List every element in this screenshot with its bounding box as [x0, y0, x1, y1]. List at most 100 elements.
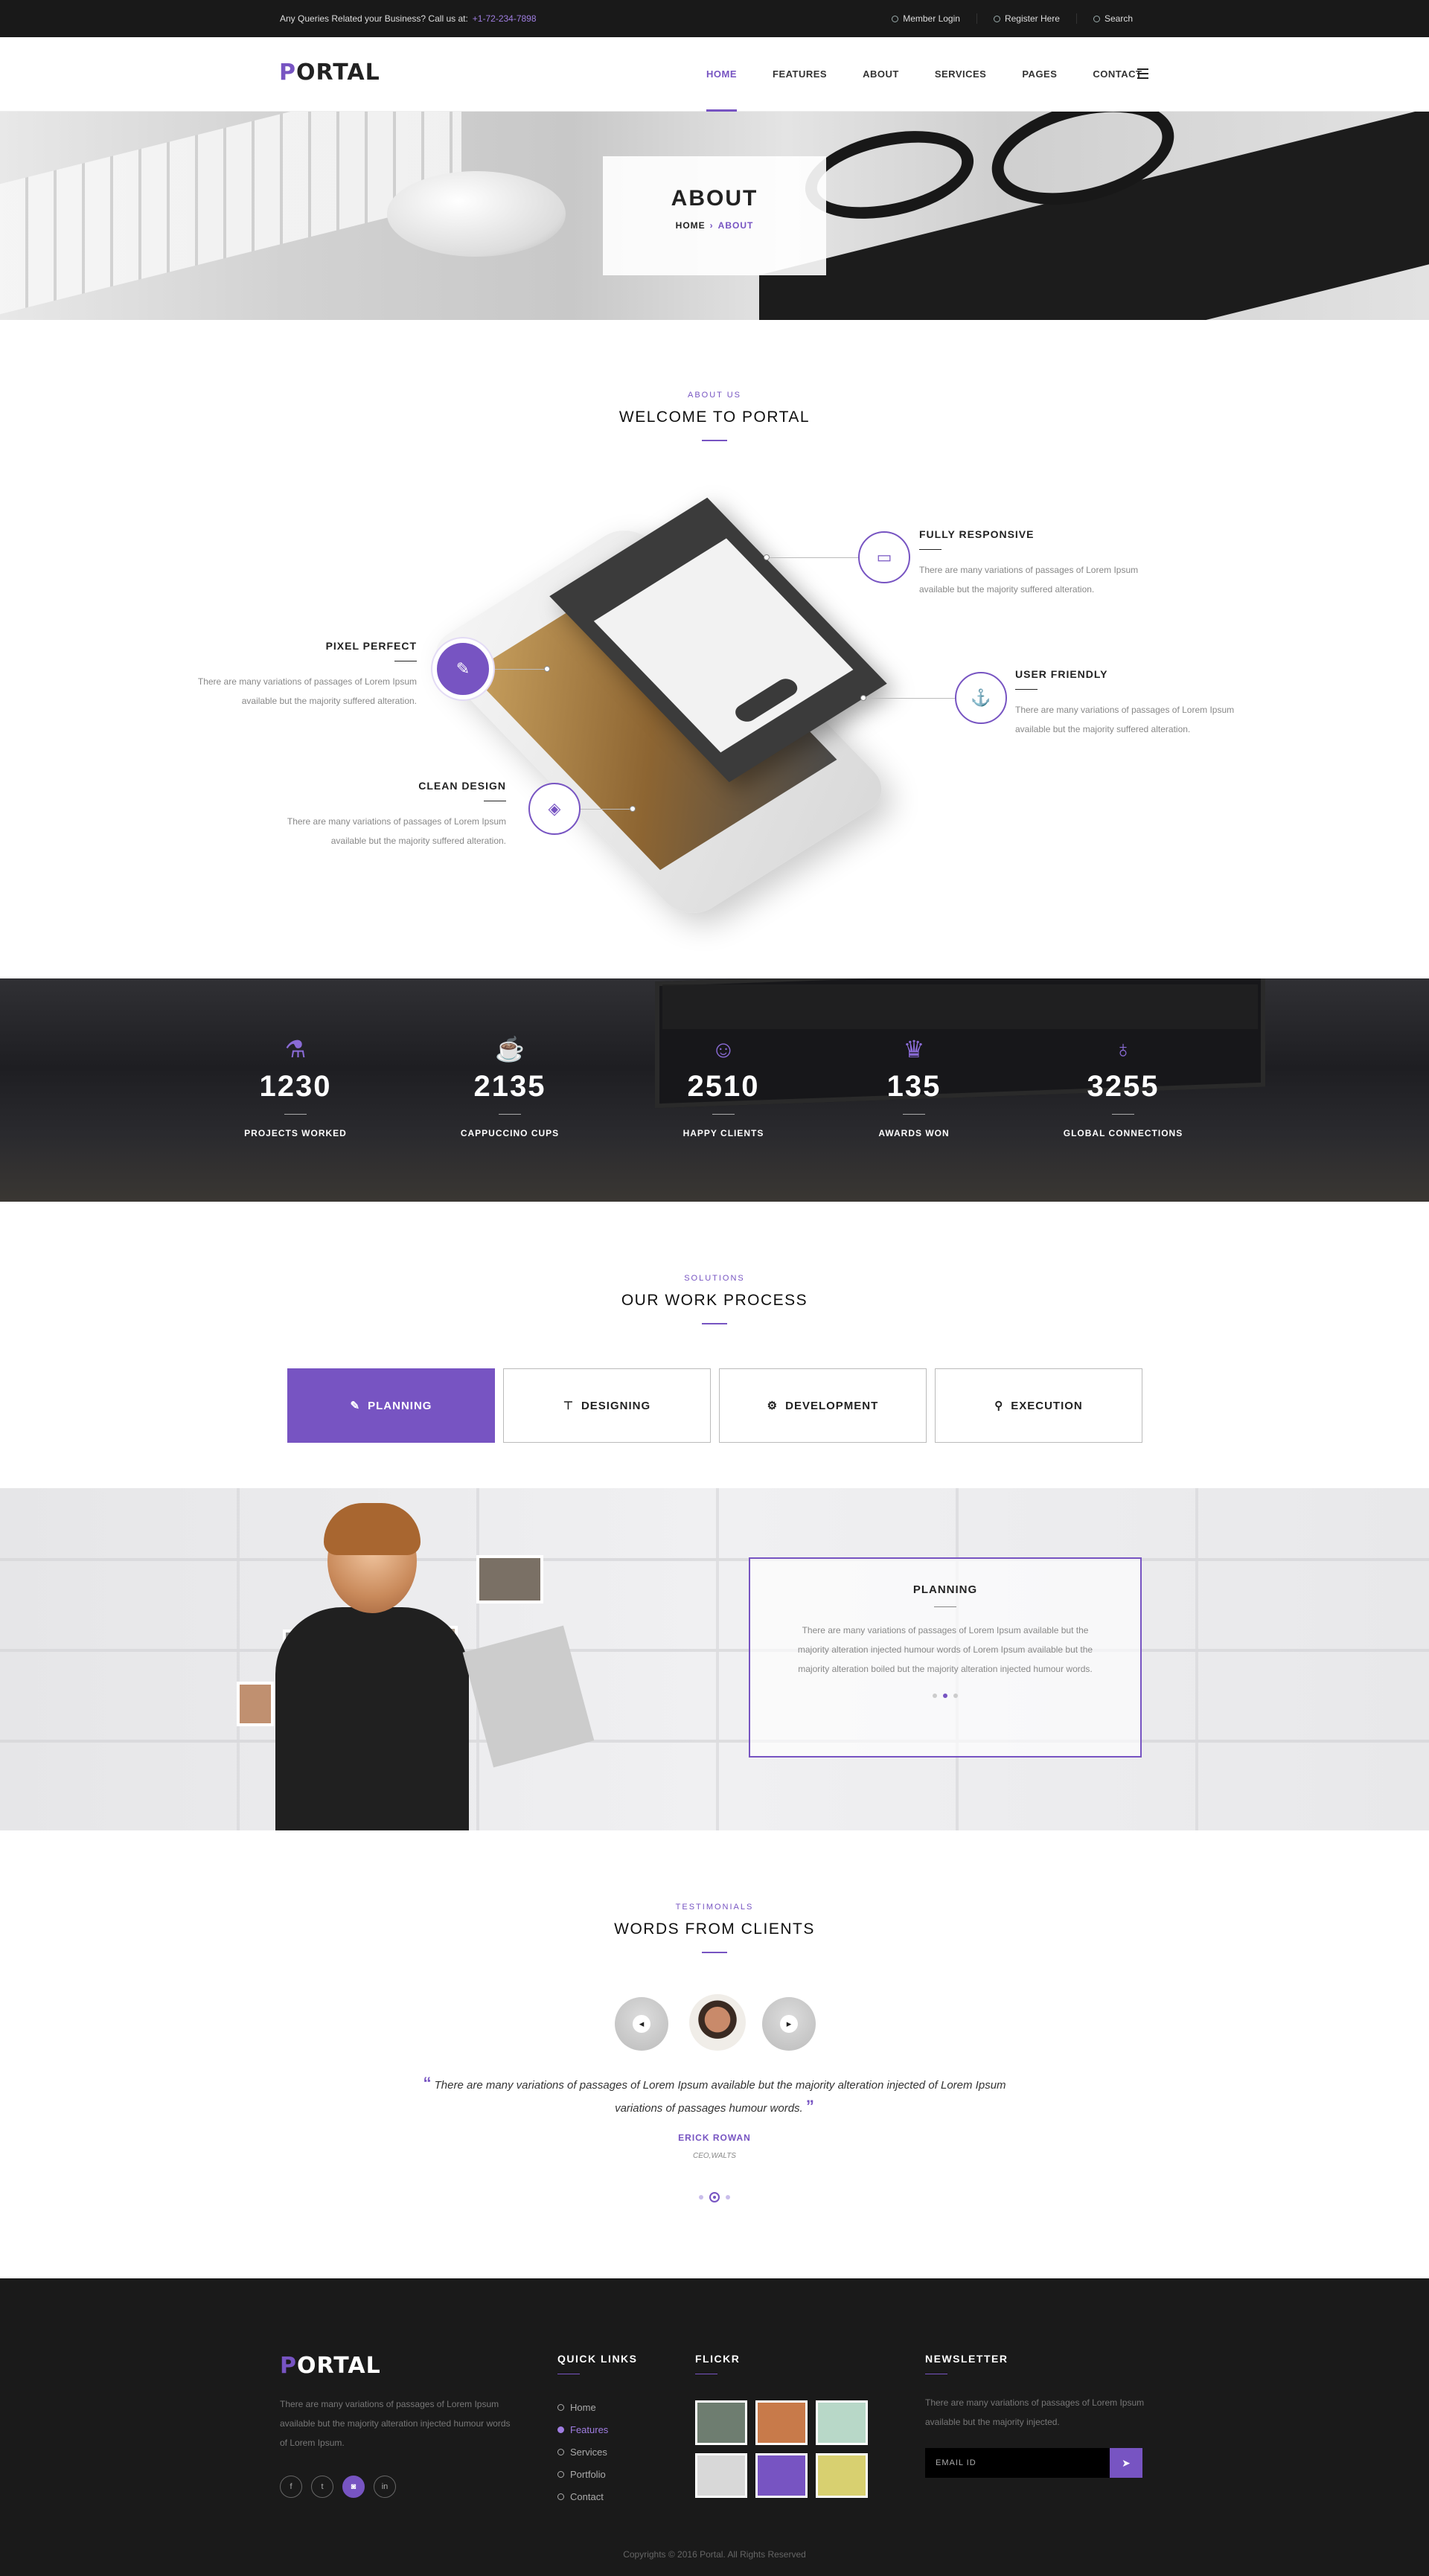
menu-icon[interactable]: [1137, 68, 1148, 79]
newsletter-text: There are many variations of passages of…: [925, 2397, 1145, 2427]
tab-development[interactable]: ⚙ DEVELOPMENT: [719, 1368, 927, 1443]
crown-icon: ♛: [903, 1036, 925, 1063]
banner-title-box: ABOUT HOME › ABOUT: [603, 156, 826, 275]
panel-title: PLANNING: [912, 1583, 978, 1596]
feature-pixel-perfect: PIXEL PERFECT There are many variations …: [197, 640, 417, 706]
arrow-left-icon: ◂: [633, 2015, 650, 2033]
paper-plane-icon: ➤: [1122, 2457, 1131, 2469]
arrow-right-icon: ▸: [780, 2015, 798, 2033]
client-name: ERICK ROWAN: [678, 2133, 751, 2143]
users-icon: ☺: [711, 1036, 736, 1063]
footer-link-portfolio[interactable]: Portfolio: [557, 2463, 608, 2485]
testimonial-pagination: [0, 2192, 1429, 2202]
layers-icon: ◈: [528, 783, 581, 835]
flickr-thumb[interactable]: [816, 2453, 868, 2498]
pencil-icon: ✎: [437, 643, 489, 695]
twitter-icon[interactable]: t: [311, 2476, 333, 2498]
cup-icon: ☕: [495, 1036, 525, 1063]
breadcrumb-current: ABOUT: [717, 220, 754, 231]
gear-icon: ⚙: [767, 1400, 779, 1412]
member-login-link[interactable]: Member Login: [875, 13, 976, 24]
flickr-thumb[interactable]: [755, 2453, 808, 2498]
search-link[interactable]: Search: [1075, 13, 1149, 24]
process-heading: SOLUTIONS OUR WORK PROCESS: [0, 1274, 1429, 1324]
stat-connections: ♁ 3255 GLOBAL CONNECTIONS: [1034, 1034, 1212, 1138]
feature-user-friendly: USER FRIENDLY There are many variations …: [1015, 668, 1235, 734]
laptop-icon: ▭: [858, 531, 910, 583]
stat-clients: ☺ 2510 HAPPY CLIENTS: [634, 1034, 813, 1138]
footer-link-home[interactable]: Home: [557, 2396, 608, 2418]
query-text: Any Queries Related your Business? Call …: [280, 13, 468, 24]
anchor-icon: ⚓: [955, 672, 1007, 724]
about-heading: ABOUT US WELCOME TO PORTAL: [0, 391, 1429, 441]
stat-projects: ⚗ 1230 PROJECTS WORKED: [206, 1034, 385, 1138]
stats-section: ⚗ 1230 PROJECTS WORKED ☕ 2135 CAPPUCCINO…: [0, 978, 1429, 1202]
footer-link-features[interactable]: Features: [557, 2418, 608, 2441]
flickr-thumb[interactable]: [695, 2400, 747, 2445]
facebook-icon[interactable]: f: [280, 2476, 302, 2498]
user-plus-icon: [993, 15, 1000, 22]
feature-clean-design: CLEAN DESIGN There are many variations o…: [287, 780, 506, 846]
footer-logo[interactable]: PORTAL: [280, 2353, 381, 2379]
page-banner: ABOUT HOME › ABOUT: [0, 112, 1429, 320]
stat-cups: ☕ 2135 CAPPUCCINO CUPS: [421, 1034, 599, 1138]
testimonials-heading: TESTIMONIALS WORDS FROM CLIENTS: [0, 1903, 1429, 1953]
flickr-thumb[interactable]: [695, 2453, 747, 2498]
nav-features[interactable]: FEATURES: [755, 37, 845, 112]
avatar-prev[interactable]: ◂: [615, 1997, 668, 2051]
flickr-title: FLICKR: [695, 2353, 740, 2374]
process-tabs: ✎ PLANNING ⊤ DESIGNING ⚙ DEVELOPMENT ⚲ EXECU…: [287, 1368, 1142, 1443]
panel-text: There are many variations of passages of…: [797, 1625, 1093, 1674]
register-link[interactable]: Register Here: [976, 13, 1076, 24]
flask-icon: ⚗: [284, 1036, 307, 1063]
mouse-image: [387, 171, 566, 257]
flickr-thumb[interactable]: [755, 2400, 808, 2445]
pencil-icon: ✎: [350, 1400, 361, 1412]
tab-designing[interactable]: ⊤ DESIGNING: [503, 1368, 711, 1443]
testimonial-avatars: ◂ ▸: [615, 1994, 816, 2054]
search-icon: [1093, 15, 1100, 22]
send-button[interactable]: ➤: [1110, 2448, 1142, 2478]
linkedin-icon[interactable]: in: [374, 2476, 396, 2498]
newsletter-title: NEWSLETTER: [925, 2353, 1008, 2374]
nav-about[interactable]: ABOUT: [845, 37, 917, 112]
flickr-gallery: [695, 2400, 868, 2498]
feature-fully-responsive: FULLY RESPONSIVE There are many variatio…: [919, 528, 1139, 595]
flickr-thumb[interactable]: [816, 2400, 868, 2445]
footer-about-text: There are many variations of passages of…: [280, 2399, 511, 2448]
nav-pages[interactable]: PAGES: [1004, 37, 1075, 112]
tab-execution[interactable]: ⚲ EXECUTION: [935, 1368, 1142, 1443]
nav-home[interactable]: HOME: [688, 37, 755, 112]
instagram-icon[interactable]: ◙: [342, 2476, 365, 2498]
copyright: Copyrights © 2016 Portal. All Rights Res…: [623, 2549, 806, 2560]
client-role: CEO,WALTS: [693, 2152, 736, 2160]
page-title: ABOUT: [671, 186, 758, 211]
social-links: f t ◙ in: [280, 2476, 396, 2498]
avatar-next[interactable]: ▸: [762, 1997, 816, 2051]
avatar: [689, 1994, 746, 2051]
logo[interactable]: PORTAL: [279, 60, 380, 86]
user-icon: [892, 15, 899, 22]
breadcrumb: HOME › ABOUT: [675, 220, 754, 231]
phone-number[interactable]: +1-72-234-7898: [473, 13, 537, 24]
quick-links-title: QUICK LINKS: [557, 2353, 638, 2374]
pin-icon: ⚲: [994, 1400, 1004, 1412]
contact-info: Any Queries Related your Business? Call …: [280, 13, 537, 24]
site-header: PORTAL HOME FEATURES ABOUT SERVICES PAGE…: [0, 37, 1429, 112]
nav-services[interactable]: SERVICES: [917, 37, 1005, 112]
email-field[interactable]: EMAIL ID: [925, 2448, 1110, 2478]
stat-awards: ♛ 135 AWARDS WON: [825, 1034, 1003, 1138]
process-panel-section: PLANNING There are many variations of pa…: [0, 1488, 1429, 1830]
man-image: [275, 1503, 595, 1830]
quick-links: Home Features Services Portfolio Contact: [557, 2396, 608, 2508]
planet-icon: ♁: [1114, 1036, 1132, 1063]
process-panel: PLANNING There are many variations of pa…: [749, 1557, 1142, 1758]
footer-link-contact[interactable]: Contact: [557, 2485, 608, 2508]
top-bar: Any Queries Related your Business? Call …: [0, 0, 1429, 37]
newsletter-form: EMAIL ID ➤: [925, 2448, 1142, 2478]
breadcrumb-home[interactable]: HOME: [676, 220, 706, 231]
tab-planning[interactable]: ✎ PLANNING: [287, 1368, 495, 1443]
footer-link-services[interactable]: Services: [557, 2441, 608, 2463]
main-nav: HOME FEATURES ABOUT SERVICES PAGES CONTA…: [688, 37, 1160, 112]
pen-tool-icon: ⊤: [563, 1400, 574, 1412]
